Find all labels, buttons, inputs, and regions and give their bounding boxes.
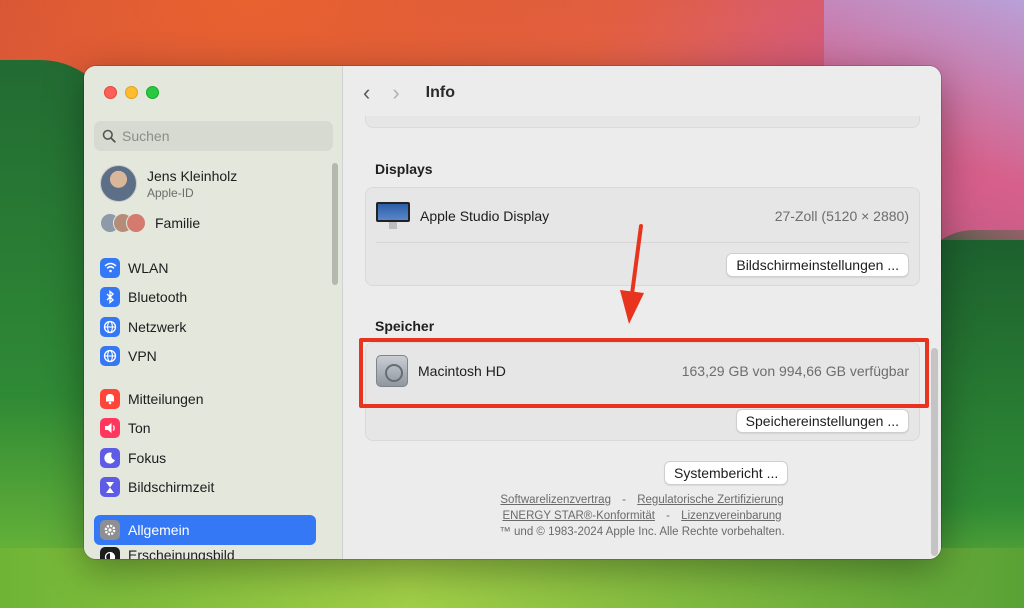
system-settings-window: Jens Kleinholz Apple-ID Familie WLAN — [84, 66, 941, 559]
annotation-arrow-icon — [620, 224, 644, 324]
